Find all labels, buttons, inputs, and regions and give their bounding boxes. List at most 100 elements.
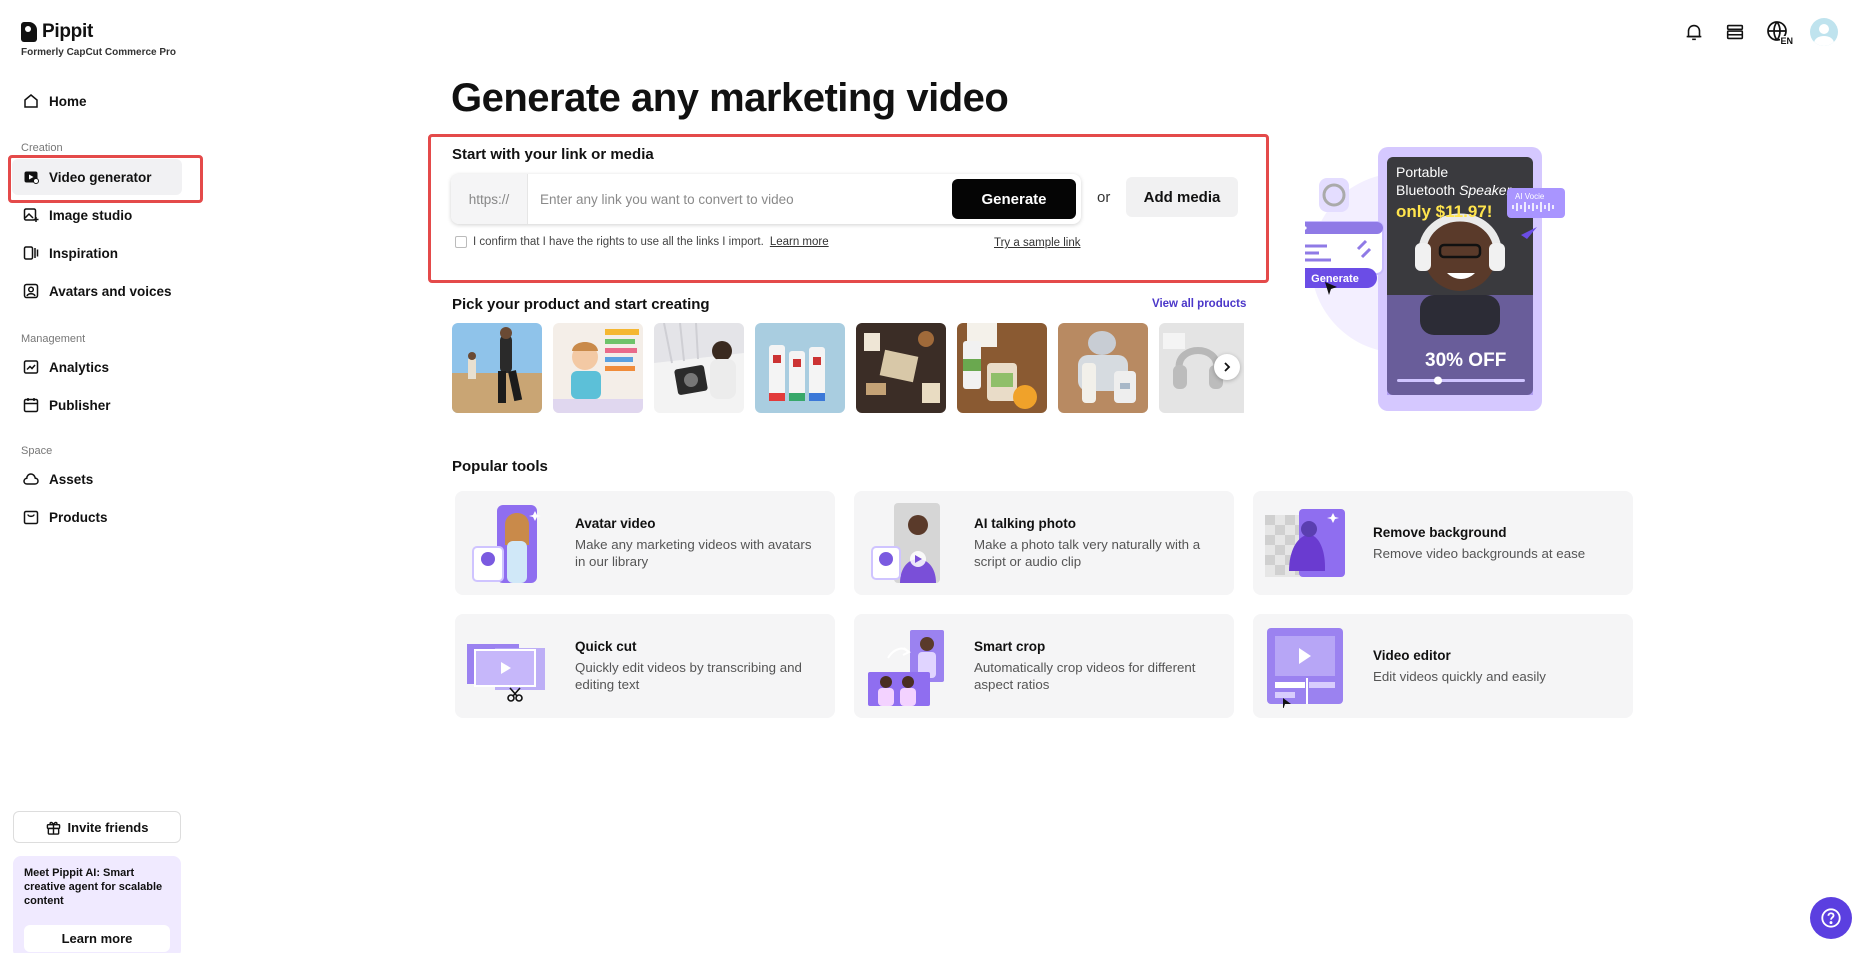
link-section-title: Start with your link or media — [452, 146, 654, 163]
section-label-management: Management — [21, 333, 86, 345]
tool-description: Make a photo talk very naturally with a … — [974, 537, 1201, 569]
tool-card-video-editor[interactable]: Video editor Edit videos quickly and eas… — [1253, 614, 1633, 718]
sidebar-item-avatars-voices[interactable]: Avatars and voices — [12, 273, 182, 309]
remove-background-thumbnail — [1265, 509, 1345, 577]
invite-friends-label: Invite friends — [67, 819, 149, 835]
tool-name: Avatar video — [575, 516, 656, 531]
credits-icon[interactable] — [1724, 21, 1746, 43]
header-toolbar: EN — [1683, 18, 1838, 46]
ai-talking-photo-thumbnail — [871, 503, 940, 583]
pippit-logo[interactable]: Pippit — [21, 21, 93, 43]
product-thumbnail[interactable] — [755, 323, 845, 413]
generate-button[interactable]: Generate — [952, 179, 1076, 219]
sidebar-item-products[interactable]: Products — [12, 499, 182, 535]
language-code: EN — [1780, 36, 1793, 46]
bell-icon[interactable] — [1683, 21, 1705, 43]
hero-voice-badge: AI Vocie — [1515, 192, 1545, 201]
rights-confirmation-text: I confirm that I have the rights to use … — [473, 236, 764, 248]
chevron-right-icon — [1224, 362, 1231, 372]
tool-description: Make any marketing videos with avatars i… — [575, 537, 812, 569]
page-title: Generate any marketing video — [451, 76, 1009, 120]
analytics-icon — [23, 360, 39, 374]
sidebar-item-label: Avatars and voices — [49, 283, 172, 299]
rights-confirmation: I confirm that I have the rights to use … — [455, 236, 829, 248]
sidebar-item-analytics[interactable]: Analytics — [12, 349, 182, 385]
learn-more-link[interactable]: Learn more — [770, 236, 829, 248]
tool-description: Edit videos quickly and easily — [1373, 668, 1546, 684]
tool-card-smart-crop[interactable]: Smart crop Automatically crop videos for… — [854, 614, 1234, 718]
brand-subtitle: Formerly CapCut Commerce Pro — [21, 47, 177, 58]
calendar-icon — [23, 398, 39, 413]
tool-card-remove-background[interactable]: Remove background Remove video backgroun… — [1253, 491, 1633, 595]
hero-discount: 30% OFF — [1425, 350, 1506, 371]
image-studio-icon — [23, 208, 39, 222]
product-thumbnail[interactable] — [553, 323, 643, 413]
svg-text:Bluetooth Speaker: Bluetooth Speaker — [1396, 182, 1513, 198]
hero-graphic: Portable Bluetooth Speaker only $11.97! … — [1286, 147, 1565, 411]
inspiration-icon — [23, 246, 39, 260]
products-section-title: Pick your product and start creating — [452, 296, 710, 313]
language-switcher[interactable]: EN — [1765, 19, 1793, 46]
pippit-logo-icon — [21, 22, 37, 42]
popular-tools-title: Popular tools — [452, 458, 548, 475]
sidebar-item-inspiration[interactable]: Inspiration — [12, 235, 182, 271]
hero-line2a: Bluetooth — [1396, 182, 1455, 198]
products-carousel — [452, 323, 1244, 413]
gift-icon — [46, 821, 60, 835]
link-input-bar: https:// Generate — [451, 174, 1081, 224]
pippit-ai-promo: Meet Pippit AI: Smart creative agent for… — [13, 856, 181, 953]
section-label-space: Space — [21, 445, 53, 457]
avatar-video-thumbnail — [472, 505, 541, 583]
or-separator: or — [1097, 189, 1111, 206]
sidebar-item-label: Assets — [49, 471, 94, 487]
product-thumbnail[interactable] — [654, 323, 744, 413]
tool-description: Automatically crop videos for different … — [974, 660, 1196, 692]
tool-name: Smart crop — [974, 639, 1046, 654]
product-thumbnail[interactable] — [957, 323, 1047, 413]
section-label-creation: Creation — [21, 142, 63, 154]
product-thumbnail[interactable] — [1058, 323, 1148, 413]
tool-description: Quickly edit videos by transcribing and … — [575, 660, 802, 692]
quick-cut-thumbnail — [467, 644, 545, 702]
promo-learn-more-button[interactable]: Learn more — [24, 925, 170, 952]
try-sample-link[interactable]: Try a sample link — [994, 237, 1081, 249]
question-icon — [1821, 908, 1841, 928]
sidebar-item-label: Analytics — [49, 359, 110, 375]
tool-name: AI talking photo — [974, 516, 1076, 531]
tool-card-ai-talking-photo[interactable]: AI talking photo Make a photo talk very … — [854, 491, 1234, 595]
hero-illustration: Portable Bluetooth Speaker only $11.97! … — [1286, 145, 1585, 420]
sidebar-item-publisher[interactable]: Publisher — [12, 387, 182, 423]
product-thumbnail[interactable] — [452, 323, 542, 413]
brand-name: Pippit — [42, 21, 93, 42]
avatar-icon — [23, 283, 39, 299]
sidebar-item-assets[interactable]: Assets — [12, 461, 182, 497]
carousel-next-button[interactable] — [1214, 354, 1240, 380]
sidebar-item-image-studio[interactable]: Image studio — [12, 197, 182, 233]
tool-description: Remove video backgrounds at ease — [1373, 545, 1586, 561]
link-input[interactable] — [528, 175, 952, 223]
rights-checkbox[interactable] — [455, 236, 467, 248]
sidebar-item-label: Products — [49, 509, 108, 525]
sidebar-item-label: Inspiration — [49, 245, 119, 261]
tool-name: Quick cut — [575, 639, 637, 654]
video-editor-thumbnail — [1267, 628, 1343, 708]
view-all-products-link[interactable]: View all products — [1152, 298, 1246, 310]
sidebar-item-label: Image studio — [49, 207, 133, 223]
tool-card-quick-cut[interactable]: Quick cut Quickly edit videos by transcr… — [455, 614, 835, 718]
hero-line2b: Speaker — [1459, 182, 1512, 198]
smart-crop-thumbnail — [868, 630, 944, 706]
sidebar-item-label: Publisher — [49, 397, 111, 413]
add-media-button[interactable]: Add media — [1126, 177, 1238, 217]
tool-name: Video editor — [1373, 647, 1451, 663]
sidebar-item-label: Home — [49, 93, 87, 109]
product-thumbnail[interactable] — [856, 323, 946, 413]
invite-friends-button[interactable]: Invite friends — [13, 811, 181, 843]
tool-card-avatar-video[interactable]: Avatar video Make any marketing videos w… — [455, 491, 835, 595]
avatar[interactable] — [1810, 18, 1838, 46]
hero-generate-label: Generate — [1311, 273, 1359, 285]
sidebar-item-home[interactable]: Home — [12, 83, 182, 119]
highlight-video-generator — [8, 155, 203, 203]
home-icon — [24, 94, 38, 108]
help-button[interactable] — [1810, 897, 1852, 939]
tool-name: Remove background — [1373, 524, 1507, 540]
